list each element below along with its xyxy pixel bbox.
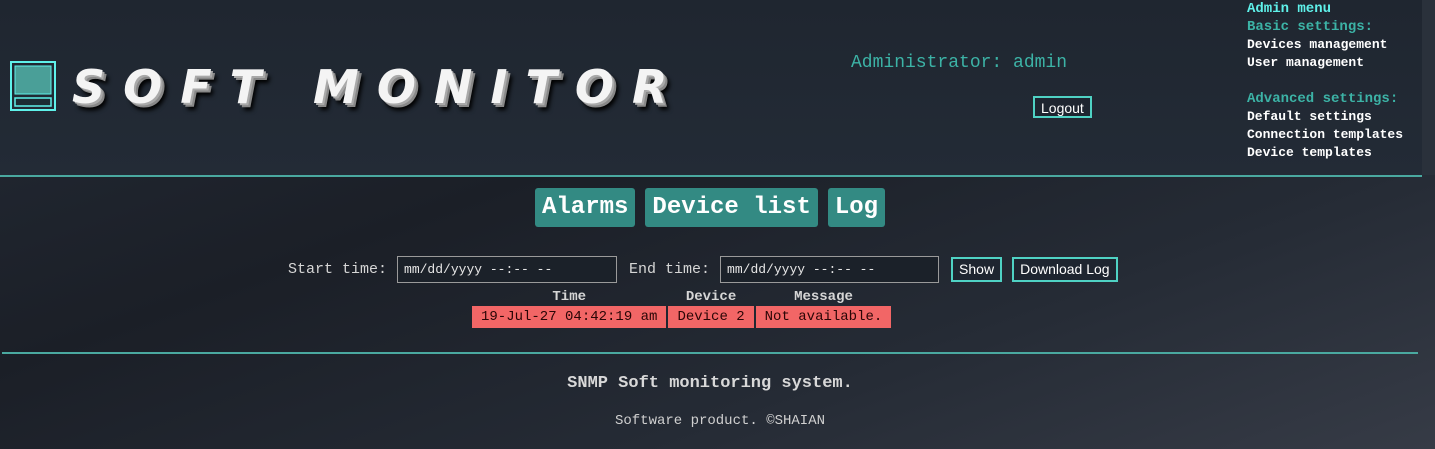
table-header-row: Time Device Message [472,288,891,306]
menu-item-device-templates[interactable]: Device templates [1247,144,1403,162]
table-row: 19-Jul-27 04:42:19 am Device 2 Not avail… [472,306,892,328]
menu-item-devices-management[interactable]: Devices management [1247,36,1403,54]
footer-title: SNMP Soft monitoring system. [567,374,853,393]
header-divider [0,175,1422,177]
column-header-message: Message [794,289,853,305]
download-log-button[interactable]: Download Log [1012,257,1118,282]
administrator-label: Administrator: admin [851,53,1068,73]
end-time-input[interactable]: mm/dd/yyyy --:-- -- [720,256,940,283]
footer-copyright: Software product. ©SHAIAN [614,413,826,429]
admin-menu-title: Admin menu [1247,1,1332,17]
tab-device-list[interactable]: Device list [645,188,818,227]
menu-item-connection-templates[interactable]: Connection templates [1247,126,1403,144]
monitor-logo-icon [10,61,56,111]
logout-button[interactable]: Logout [1033,96,1092,118]
log-filter: Start time: mm/dd/yyyy --:-- -- End time… [288,256,1118,283]
column-header-device: Device [685,289,737,305]
main-tabs: Alarms Device list Log [535,188,886,227]
menu-item-default-settings[interactable]: Default settings [1247,108,1403,126]
column-header-time: Time [552,289,587,305]
page-header: SOFT MONITOR Administrator: admin Logout… [0,0,1422,175]
cell-device: Device 2 [668,306,754,328]
show-button[interactable]: Show [951,257,1003,282]
admin-menu: Admin menu Basic settings: Devices manag… [1247,0,1403,162]
basic-settings-heading: Basic settings: [1247,19,1374,35]
logo-title: SOFT MONITOR [72,60,686,114]
menu-item-user-management[interactable]: User management [1247,54,1403,72]
advanced-settings-heading: Advanced settings: [1247,91,1399,107]
log-table: Time Device Message 19-Jul-27 04:42:19 a… [470,288,893,328]
tab-log[interactable]: Log [827,188,886,227]
scrollbar-track[interactable] [1422,0,1435,175]
cell-time: 19-Jul-27 04:42:19 am [472,306,667,328]
tab-alarms[interactable]: Alarms [535,188,636,227]
start-time-label: Start time: [288,261,388,278]
footer-divider [2,352,1418,354]
end-time-label: End time: [629,261,711,278]
start-time-input[interactable]: mm/dd/yyyy --:-- -- [397,256,618,283]
cell-message: Not available. [755,306,892,328]
